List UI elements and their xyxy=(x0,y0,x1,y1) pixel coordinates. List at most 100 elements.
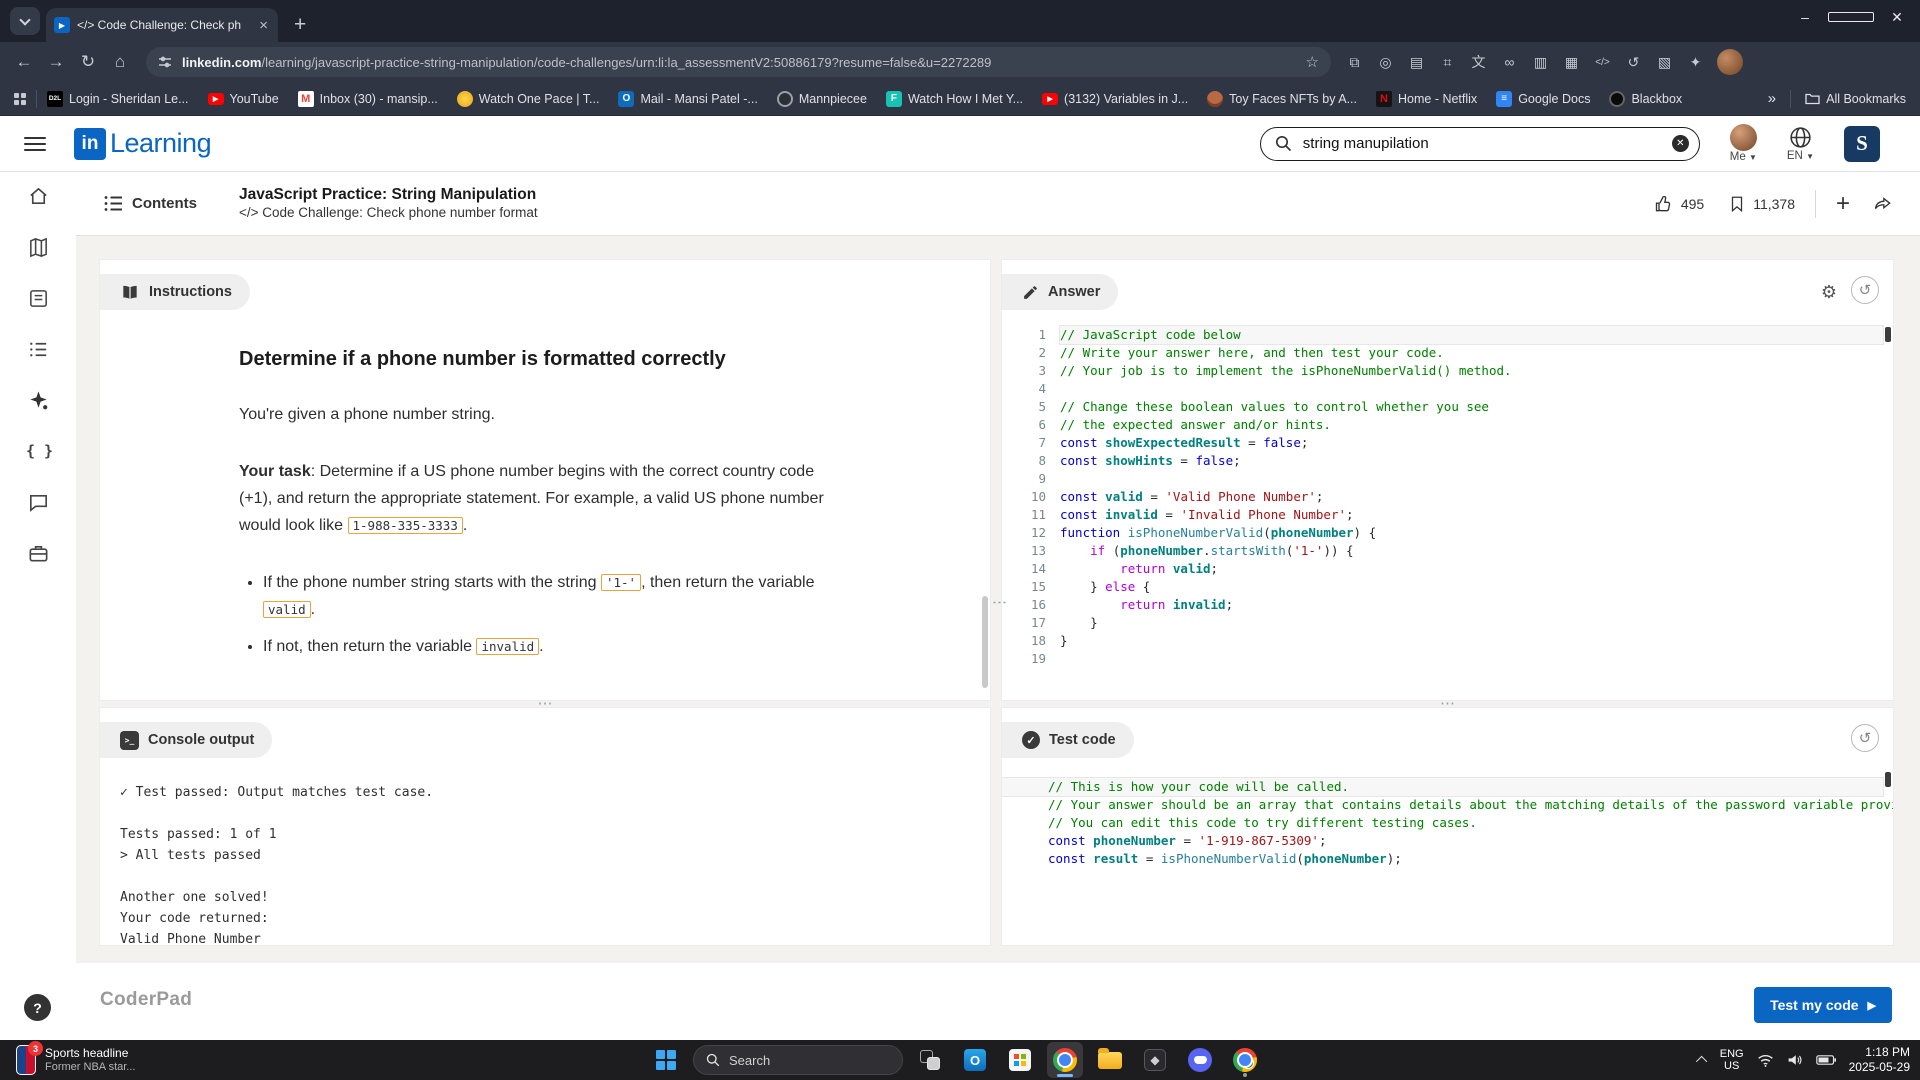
taskbar-outlook[interactable]: O xyxy=(957,1042,993,1078)
new-tab-button[interactable]: + xyxy=(288,13,312,36)
calendar-icon[interactable]: ▦ xyxy=(1558,54,1585,71)
taskbar-discord[interactable] xyxy=(1182,1042,1218,1078)
bookmark-item[interactable]: NHome - Netflix xyxy=(1376,91,1477,107)
help-button[interactable]: ? xyxy=(24,994,51,1021)
screenshot-icon[interactable]: ⌗ xyxy=(1434,54,1461,71)
sidebar-item-library[interactable] xyxy=(26,286,50,310)
language-menu[interactable]: EN ▼ xyxy=(1787,125,1814,162)
list-icon xyxy=(27,338,50,361)
bookmark-item[interactable]: ▶YouTube xyxy=(208,92,279,106)
bookmark-item[interactable]: D2LLogin - Sheridan Le... xyxy=(47,91,189,107)
taskbar-file-explorer[interactable] xyxy=(1092,1042,1128,1078)
test-code-tab[interactable]: ✓ Test code xyxy=(1002,722,1134,758)
right-horizontal-splitter[interactable]: ⋯ xyxy=(1002,700,1893,708)
instructions-tab[interactable]: Instructions xyxy=(100,274,250,310)
translate-icon[interactable]: 文 xyxy=(1465,52,1492,72)
hamburger-menu-icon[interactable] xyxy=(24,137,46,151)
reset-code-button[interactable]: ↺ xyxy=(1851,276,1879,304)
add-button[interactable]: + xyxy=(1836,190,1850,218)
taskbar-chrome-profile[interactable] xyxy=(1227,1042,1263,1078)
test-code-scrollbar[interactable] xyxy=(1885,772,1891,787)
taskbar-chrome-active[interactable] xyxy=(1047,1042,1083,1078)
line-number: 3 xyxy=(1002,362,1060,380)
bookmark-item[interactable]: Mannpiecee xyxy=(777,91,867,107)
taskbar-search[interactable]: Search xyxy=(693,1045,903,1075)
news-widget[interactable]: 3 Sports headline Former NBA star... xyxy=(8,1040,143,1080)
reload-button[interactable]: ↻ xyxy=(72,52,104,72)
back-button[interactable]: ← xyxy=(8,52,40,72)
sidebar-item-home[interactable] xyxy=(26,184,50,208)
test-code-editor[interactable]: // This is how your code will be called.… xyxy=(1002,778,1883,945)
sidebar-item-ai-coach[interactable] xyxy=(26,388,50,412)
reset-test-code-button[interactable]: ↺ xyxy=(1851,724,1879,752)
bookmark-item[interactable]: Watch One Pace | T... xyxy=(457,91,600,107)
url-bar[interactable]: linkedin.com/learning/javascript-practic… xyxy=(146,47,1331,77)
browser-tab[interactable]: ▶ </> Code Challenge: Check ph × xyxy=(46,8,278,42)
task-view-button[interactable] xyxy=(912,1042,948,1078)
save-button[interactable]: 11,378 xyxy=(1728,194,1795,214)
sidebar-item-contents[interactable] xyxy=(26,337,50,361)
console-output-tab[interactable]: >_ Console output xyxy=(100,722,272,758)
bookmark-item[interactable]: ≡Google Docs xyxy=(1496,91,1590,107)
history-icon[interactable]: ↺ xyxy=(1620,54,1647,71)
dev-code-icon[interactable]: </> xyxy=(1589,57,1616,68)
bookmarks-overflow-button[interactable]: » xyxy=(1768,90,1776,107)
browser-profile-avatar[interactable] xyxy=(1717,49,1743,75)
instructions-scrollbar[interactable] xyxy=(982,596,988,688)
sidebar-item-career[interactable] xyxy=(26,541,50,565)
code-text xyxy=(1060,650,1883,668)
language-indicator[interactable]: ENG US xyxy=(1720,1048,1744,1072)
left-horizontal-splitter[interactable]: ⋯ xyxy=(100,700,990,708)
tab-close-icon[interactable]: × xyxy=(257,17,270,34)
start-button[interactable] xyxy=(648,1042,684,1078)
test-my-code-button[interactable]: Test my code ▶ xyxy=(1754,987,1892,1023)
sidebar-item-feedback[interactable] xyxy=(26,490,50,514)
taskbar-diamond-app[interactable]: ◆ xyxy=(1137,1042,1173,1078)
answer-tab[interactable]: Answer xyxy=(1002,274,1118,310)
window-minimize-button[interactable]: – xyxy=(1782,0,1828,34)
apps-grid-icon[interactable] xyxy=(14,93,26,105)
extensions-icon[interactable]: ✦ xyxy=(1682,54,1709,71)
taskbar-ms-store[interactable] xyxy=(1002,1042,1038,1078)
site-settings-icon[interactable] xyxy=(158,55,172,69)
vertical-splitter[interactable]: ⋮ xyxy=(990,260,1002,945)
bookmark-item[interactable]: OMail - Mansi Patel -... xyxy=(618,91,757,107)
forward-button[interactable]: → xyxy=(40,52,72,72)
bookmark-item[interactable]: MInbox (30) - mansip... xyxy=(298,91,438,107)
battery-icon[interactable] xyxy=(1816,1054,1836,1066)
wifi-icon[interactable] xyxy=(1757,1053,1774,1067)
location-pin-icon[interactable]: ◎ xyxy=(1372,54,1399,71)
search-bar[interactable]: ✕ xyxy=(1260,127,1700,161)
copy-link-icon[interactable]: ∞ xyxy=(1496,54,1523,70)
notes-icon[interactable]: ▧ xyxy=(1651,54,1678,71)
bookmark-item[interactable]: ▶(3132) Variables in J... xyxy=(1042,92,1188,106)
linkedin-learning-logo[interactable]: in Learning xyxy=(74,128,211,160)
clock[interactable]: 1:18 PM 2025-05-29 xyxy=(1849,1045,1910,1075)
bookmark-item[interactable]: Toy Faces NFTs by A... xyxy=(1207,91,1357,107)
all-bookmarks-button[interactable]: All Bookmarks xyxy=(1805,92,1906,106)
window-close-button[interactable]: ✕ xyxy=(1874,0,1920,34)
bookmark-item[interactable]: FWatch How I Met Y... xyxy=(886,91,1023,107)
answer-editor-scrollbar[interactable] xyxy=(1885,327,1891,342)
share-icon[interactable] xyxy=(1872,194,1894,214)
tray-chevron-up-icon[interactable] xyxy=(1696,1056,1707,1067)
reading-list-icon[interactable]: ▥ xyxy=(1527,54,1554,71)
like-button[interactable]: 495 xyxy=(1654,194,1704,214)
bookmark-star-icon[interactable]: ☆ xyxy=(1306,53,1319,71)
tab-search-button[interactable] xyxy=(10,7,40,35)
sidebar-item-explore[interactable] xyxy=(26,235,50,259)
editor-settings-gear-icon[interactable]: ⚙ xyxy=(1821,282,1837,303)
answer-code-editor[interactable]: 1// JavaScript code below2// Write your … xyxy=(1002,326,1883,700)
bookmark-item[interactable]: Blackbox xyxy=(1609,91,1682,107)
send-tab-icon[interactable]: ⧉ xyxy=(1341,54,1368,71)
contents-button[interactable]: Contents xyxy=(104,195,197,212)
me-menu[interactable]: Me ▼ xyxy=(1730,124,1757,163)
sidebar-item-code-challenges[interactable]: { } xyxy=(26,439,50,463)
home-button[interactable]: ⌂ xyxy=(104,52,136,72)
search-input[interactable] xyxy=(1301,134,1672,153)
volume-icon[interactable] xyxy=(1787,1053,1803,1067)
clear-search-icon[interactable]: ✕ xyxy=(1672,135,1689,152)
window-maximize-button[interactable] xyxy=(1828,0,1874,34)
print-icon[interactable]: ▤ xyxy=(1403,54,1430,71)
bookmark-label: Watch One Pace | T... xyxy=(479,92,600,106)
